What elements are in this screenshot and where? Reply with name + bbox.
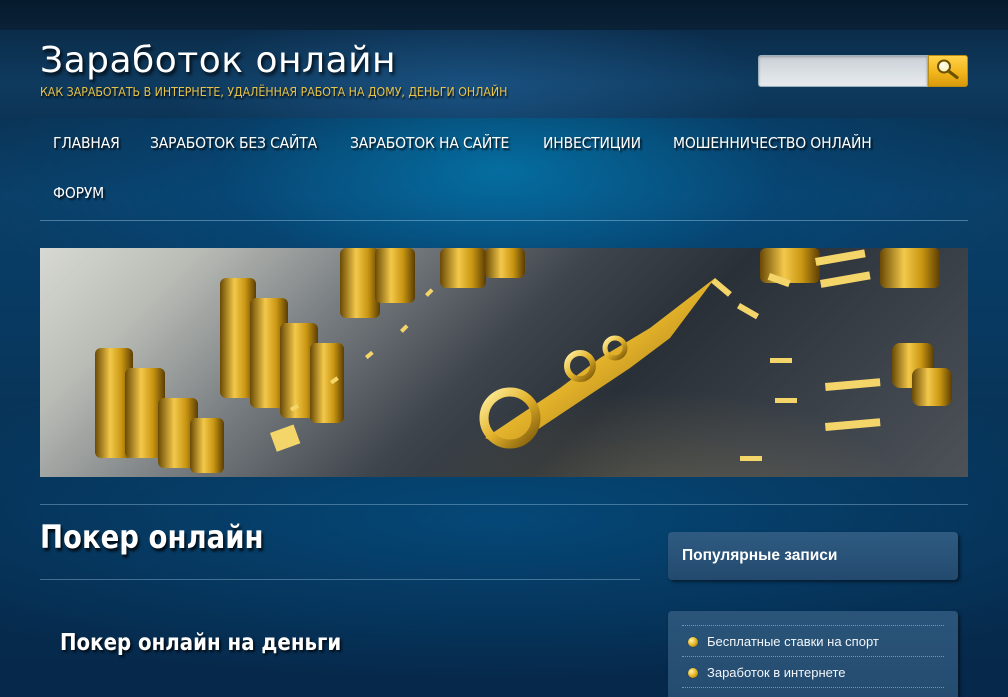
list-item: Заработок в интернете xyxy=(682,656,944,687)
search-button[interactable] xyxy=(928,55,968,87)
clock-hand xyxy=(479,278,715,449)
nav-item-home[interactable]: ГЛАВНАЯ xyxy=(53,134,120,152)
nav-item-investments[interactable]: ИНВЕСТИЦИИ xyxy=(543,134,641,152)
popular-post-link[interactable]: Бесплатные ставки на спорт xyxy=(707,634,879,649)
site-title[interactable]: Заработок онлайн xyxy=(40,40,396,81)
header-banner-image xyxy=(40,248,968,477)
popular-post-link[interactable]: Заработок в интернете xyxy=(707,665,846,680)
list-item: Бесплатные ставки на спорт xyxy=(682,625,944,656)
magnifier-icon xyxy=(935,58,961,85)
popular-posts-widget-header: Популярные записи xyxy=(668,532,958,580)
list-item xyxy=(682,687,944,697)
popular-posts-widget: Бесплатные ставки на спорт Заработок в и… xyxy=(668,611,958,697)
widget-title: Популярные записи xyxy=(682,547,838,564)
page-title: Покер онлайн xyxy=(40,518,264,556)
main-navigation: ГЛАВНАЯ ЗАРАБОТОК БЕЗ САЙТА ЗАРАБОТОК НА… xyxy=(40,118,968,221)
nav-item-forum[interactable]: ФОРУМ xyxy=(53,184,104,202)
site-tagline: КАК ЗАРАБОТАТЬ В ИНТЕРНЕТЕ, УДАЛЁННАЯ РА… xyxy=(40,84,508,99)
top-bar xyxy=(0,0,1008,30)
post-title[interactable]: Покер онлайн на деньги xyxy=(60,630,341,656)
nav-item-online-fraud[interactable]: МОШЕННИЧЕСТВО ОНЛАЙН xyxy=(673,134,872,152)
content-divider xyxy=(40,504,968,505)
nav-item-earn-on-site[interactable]: ЗАРАБОТОК НА САЙТЕ xyxy=(350,134,509,152)
nav-item-earn-without-site[interactable]: ЗАРАБОТОК БЕЗ САЙТА xyxy=(150,134,317,152)
popular-posts-list: Бесплатные ставки на спорт Заработок в и… xyxy=(682,625,944,697)
title-divider xyxy=(40,579,640,580)
gold-bullet-icon xyxy=(688,637,698,647)
gold-bullet-icon xyxy=(688,668,698,678)
search-input[interactable] xyxy=(758,55,928,87)
